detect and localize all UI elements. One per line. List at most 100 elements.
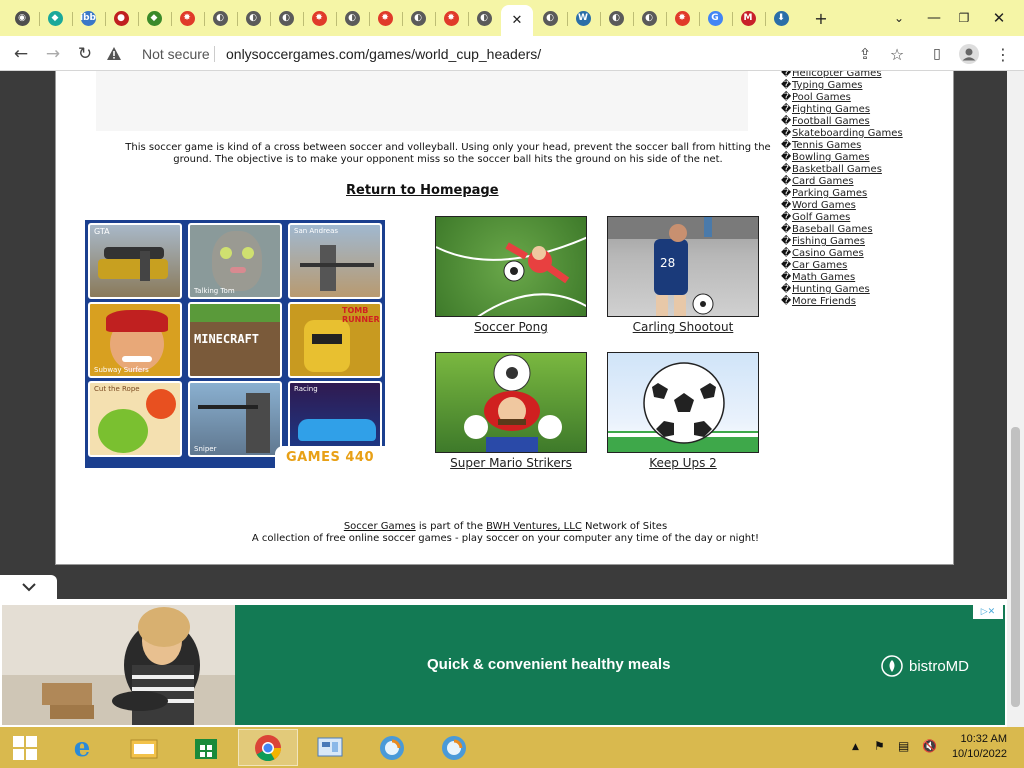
ad-choices-button[interactable]: ▷✕ xyxy=(973,605,1003,619)
reload-button[interactable]: ↻ xyxy=(72,41,98,67)
forward-button[interactable]: → xyxy=(40,41,66,67)
tab[interactable]: ⬇ xyxy=(767,5,795,31)
bottom-ad-banner[interactable]: Quick & convenient healthy meals bistroM… xyxy=(0,599,1007,727)
side-panel-button[interactable]: ▯ xyxy=(924,41,950,67)
sidebar-link[interactable]: Parking Games xyxy=(792,188,867,199)
bookmark-button[interactable]: ☆ xyxy=(884,41,910,67)
game-link[interactable]: Super Mario Strikers xyxy=(435,456,587,470)
sidebar-link[interactable]: Helicopter Games xyxy=(792,71,882,79)
bwh-ventures-link[interactable]: BWH Ventures, LLC xyxy=(486,521,582,532)
game-link[interactable]: Soccer Pong xyxy=(435,320,587,334)
sidebar-link[interactable]: Math Games xyxy=(792,272,855,283)
sidebar-link[interactable]: Pool Games xyxy=(792,92,851,103)
close-window-button[interactable]: ✕ xyxy=(984,5,1014,31)
sidebar-link[interactable]: Fishing Games xyxy=(792,236,865,247)
game-thumbnail[interactable]: 28 xyxy=(607,216,759,317)
url-text[interactable]: onlysoccergames.com/games/world_cup_head… xyxy=(226,46,541,62)
menu-button[interactable]: ⋮ xyxy=(990,41,1016,67)
soccer-games-link[interactable]: Soccer Games xyxy=(344,521,416,532)
tab[interactable]: ✸ xyxy=(371,5,399,31)
sidebar-link[interactable]: Typing Games xyxy=(792,80,862,91)
tab[interactable]: ◐ xyxy=(239,5,267,31)
network-icon[interactable]: ▤ xyxy=(898,739,909,753)
profile-button[interactable] xyxy=(956,41,982,67)
promo-tile[interactable]: Talking Tom xyxy=(188,223,282,299)
sidebar-link[interactable]: Car Games xyxy=(792,260,847,271)
new-tab-button[interactable]: + xyxy=(808,5,834,31)
tab[interactable]: G xyxy=(701,5,729,31)
sidebar-link[interactable]: Card Games xyxy=(792,176,854,187)
ad-headline[interactable]: Quick & convenient healthy meals xyxy=(427,656,670,673)
flag-icon[interactable]: ⚑ xyxy=(874,739,885,753)
taskbar-file-explorer[interactable] xyxy=(114,729,174,766)
address-bar[interactable]: Not secure onlysoccergames.com/games/wor… xyxy=(107,40,914,68)
game-thumbnail[interactable] xyxy=(435,352,587,453)
taskbar-internet-explorer[interactable]: e xyxy=(52,729,112,766)
sidebar-link[interactable]: Fighting Games xyxy=(792,104,870,115)
scrollbar-thumb[interactable] xyxy=(1011,427,1020,707)
vertical-scrollbar[interactable] xyxy=(1007,71,1024,727)
start-button[interactable] xyxy=(0,729,50,766)
game-link[interactable]: Keep Ups 2 xyxy=(607,456,759,470)
tab[interactable]: ◉ xyxy=(8,5,36,31)
promo-tile[interactable]: MINECRAFT xyxy=(188,302,282,378)
game-thumbnail[interactable] xyxy=(607,352,759,453)
tab-active[interactable]: ✕ xyxy=(501,5,533,36)
tab[interactable]: ibb xyxy=(74,5,102,31)
game-card-keep-ups-2[interactable]: Keep Ups 2 xyxy=(607,352,759,470)
game-card-super-mario-strikers[interactable]: Super Mario Strikers xyxy=(435,352,587,470)
minimize-button[interactable]: — xyxy=(920,5,948,31)
taskbar-app-2[interactable] xyxy=(424,729,484,766)
sidebar-link[interactable]: Basketball Games xyxy=(792,164,882,175)
game-link[interactable]: Carling Shootout xyxy=(607,320,759,334)
tab[interactable]: ◐ xyxy=(338,5,366,31)
share-button[interactable]: ⇪ xyxy=(852,41,878,67)
tab[interactable]: ◐ xyxy=(635,5,663,31)
tab[interactable]: ◆ xyxy=(41,5,69,31)
sidebar-link[interactable]: Word Games xyxy=(792,200,856,211)
tab[interactable]: ✸ xyxy=(668,5,696,31)
sidebar-link[interactable]: Golf Games xyxy=(792,212,850,223)
games440-promo-banner[interactable]: GTA Talking Tom San Andreas Subway Surfe… xyxy=(85,220,385,468)
game-thumbnail[interactable] xyxy=(435,216,587,317)
tab[interactable]: ◐ xyxy=(470,5,498,31)
promo-tile[interactable]: San Andreas xyxy=(288,223,382,299)
tab[interactable]: ◆ xyxy=(140,5,168,31)
ad-collapse-button[interactable] xyxy=(0,575,57,599)
tab[interactable]: ◐ xyxy=(536,5,564,31)
tab-search-button[interactable]: ⌄ xyxy=(886,5,912,31)
tab[interactable]: ◐ xyxy=(272,5,300,31)
sidebar-link[interactable]: Bowling Games xyxy=(792,152,870,163)
security-label[interactable]: Not secure xyxy=(142,46,210,62)
clock[interactable]: 10:32 AM 10/10/2022 xyxy=(952,732,1007,762)
tab[interactable]: ✸ xyxy=(437,5,465,31)
ad-content[interactable]: Quick & convenient healthy meals bistroM… xyxy=(235,605,1005,725)
taskbar-control-panel[interactable] xyxy=(300,729,360,766)
tab[interactable]: ✸ xyxy=(305,5,333,31)
sidebar-link[interactable]: Baseball Games xyxy=(792,224,873,235)
promo-tile[interactable]: TOMB RUNNER xyxy=(288,302,382,378)
sidebar-link[interactable]: Casino Games xyxy=(792,248,864,259)
back-button[interactable]: ← xyxy=(8,41,34,67)
game-card-carling-shootout[interactable]: 28 Carling Shootout xyxy=(607,216,759,334)
volume-muted-icon[interactable]: 🔇 xyxy=(922,739,937,753)
taskbar-store[interactable] xyxy=(176,729,236,766)
taskbar-chrome[interactable] xyxy=(238,729,298,766)
taskbar-app-1[interactable] xyxy=(362,729,422,766)
tab[interactable]: ● xyxy=(107,5,135,31)
sidebar-link[interactable]: Football Games xyxy=(792,116,870,127)
promo-tile[interactable]: Subway Surfers xyxy=(88,302,182,378)
close-icon[interactable]: ✕ xyxy=(510,13,525,28)
game-card-soccer-pong[interactable]: Soccer Pong xyxy=(435,216,587,334)
sidebar-link[interactable]: Tennis Games xyxy=(792,140,861,151)
tab[interactable]: ◐ xyxy=(602,5,630,31)
tab[interactable]: W xyxy=(569,5,597,31)
promo-tile[interactable]: Cut the Rope xyxy=(88,381,182,457)
tab[interactable]: ◐ xyxy=(404,5,432,31)
sidebar-link[interactable]: More Friends xyxy=(792,296,856,307)
tab[interactable]: ◐ xyxy=(206,5,234,31)
sidebar-link[interactable]: Skateboarding Games xyxy=(792,128,903,139)
promo-tile[interactable]: GTA xyxy=(88,223,182,299)
restore-button[interactable]: ❐ xyxy=(950,5,978,31)
tab[interactable]: ✸ xyxy=(173,5,201,31)
